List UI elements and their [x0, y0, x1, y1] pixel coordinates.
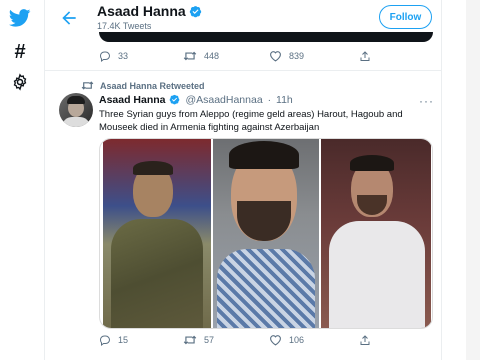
- share-icon: [360, 51, 370, 61]
- like-button[interactable]: 839: [269, 50, 304, 62]
- retweet-icon: [81, 81, 94, 90]
- tweet-actions: 15 57 106: [99, 334, 433, 350]
- twitter-bird-icon[interactable]: [6, 4, 34, 32]
- like-count: 839: [289, 51, 305, 61]
- profile-name: Asaad Hanna: [97, 3, 202, 21]
- retweet-icon: [183, 335, 197, 345]
- tweet-divider: [45, 70, 441, 71]
- tweet-photo-2[interactable]: [213, 139, 319, 328]
- timeline-column: Asaad Hanna 17.4K Tweets 33 448 839 Asaa…: [44, 0, 442, 360]
- gear-icon[interactable]: [6, 68, 34, 96]
- previous-tweet-media[interactable]: [99, 32, 433, 42]
- retweet-context: Asaad Hanna Retweeted: [81, 80, 205, 91]
- verified-badge-icon: [189, 5, 202, 21]
- like-button[interactable]: 106: [269, 334, 304, 346]
- tweet-author-handle[interactable]: @AsaadHannaa: [185, 94, 262, 106]
- verified-badge-icon: [169, 94, 180, 108]
- reply-button[interactable]: 15: [99, 334, 128, 346]
- tweet-timestamp[interactable]: 11h: [276, 94, 293, 106]
- profile-name-text: Asaad Hanna: [97, 3, 186, 19]
- reply-icon: [99, 335, 111, 346]
- reply-count: 33: [118, 51, 129, 61]
- reply-count: 15: [118, 335, 129, 345]
- like-count: 106: [289, 335, 305, 345]
- tweet-header: Asaad Hanna @AsaadHannaa · 11h: [99, 94, 293, 108]
- retweet-icon: [183, 51, 197, 61]
- retweet-context-text[interactable]: Asaad Hanna Retweeted: [100, 81, 205, 91]
- tweet-count: 17.4K Tweets: [97, 21, 152, 31]
- share-button[interactable]: [359, 50, 378, 63]
- left-nav: #: [0, 0, 40, 360]
- reply-button[interactable]: 33: [99, 50, 128, 62]
- tweet-photo-3[interactable]: [321, 139, 431, 328]
- hashtag-icon[interactable]: #: [6, 38, 34, 66]
- avatar[interactable]: [59, 93, 93, 127]
- share-icon: [360, 335, 370, 345]
- tweet-media-grid: [99, 138, 433, 329]
- scrollbar[interactable]: [466, 0, 480, 360]
- heart-icon: [270, 335, 281, 346]
- tweet-photo-1[interactable]: [103, 139, 211, 328]
- back-arrow-icon[interactable]: [59, 8, 79, 28]
- more-options-icon[interactable]: ···: [419, 94, 434, 108]
- follow-button[interactable]: Follow: [379, 5, 432, 29]
- retweet-count: 448: [204, 51, 220, 61]
- tweet-text: Three Syrian guys from Aleppo (regime ge…: [99, 109, 403, 133]
- retweet-count: 57: [204, 335, 215, 345]
- previous-tweet-actions: 33 448 839: [99, 50, 433, 66]
- share-button[interactable]: [359, 334, 378, 347]
- reply-icon: [99, 51, 111, 62]
- heart-icon: [270, 51, 281, 62]
- retweet-button[interactable]: 448: [183, 50, 219, 62]
- follow-button-label: Follow: [389, 11, 422, 23]
- retweet-button[interactable]: 57: [183, 334, 214, 346]
- tweet-author-name[interactable]: Asaad Hanna: [99, 94, 166, 106]
- separator-dot: ·: [267, 94, 272, 106]
